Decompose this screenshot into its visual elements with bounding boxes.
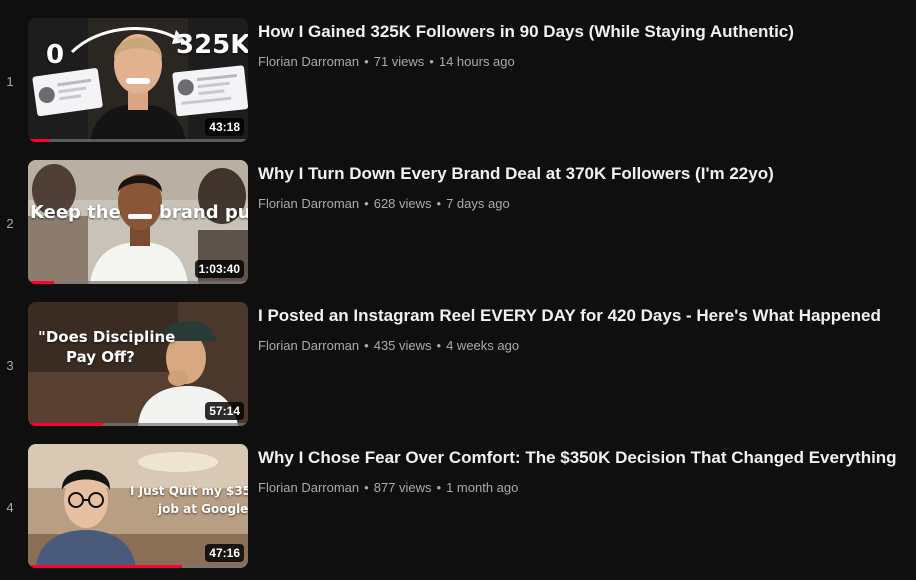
playlist-video-list: 1 0 325K 43:18 How I Gained 325K Followe… <box>0 0 916 580</box>
view-count: 71 views <box>373 54 425 69</box>
video-row[interactable]: 2 Keep the brand pure 1:03:40 <box>0 160 916 286</box>
duration-badge: 47:16 <box>205 544 244 562</box>
thumbnail-overlay-text: Pay Off? <box>66 348 135 366</box>
channel-name[interactable]: Florian Darroman <box>258 338 359 353</box>
video-metadata: Florian Darroman • 435 views • 4 weeks ago <box>258 338 519 353</box>
video-index: 1 <box>6 74 14 89</box>
upload-age: 1 month ago <box>446 480 519 495</box>
thumbnail-overlay-text: Keep the <box>30 202 121 223</box>
video-thumbnail[interactable]: "Does Discipline Pay Off? 57:14 <box>28 302 248 426</box>
upload-age: 7 days ago <box>446 196 510 211</box>
thumbnail-overlay-text: "Does Discipline <box>38 328 176 346</box>
watch-progress-bar <box>28 565 248 568</box>
meta-separator: • <box>364 196 369 211</box>
upload-age: 14 hours ago <box>438 54 515 69</box>
video-row[interactable]: 1 0 325K 43:18 How I Gained 325K Followe… <box>0 18 916 144</box>
meta-separator: • <box>364 54 369 69</box>
duration-badge: 57:14 <box>205 402 244 420</box>
meta-separator: • <box>436 338 442 353</box>
watch-progress-bar <box>28 139 248 142</box>
video-thumbnail[interactable]: I Just Quit my $350K job at Google 47:16 <box>28 444 248 568</box>
watch-progress-bar <box>28 281 248 284</box>
duration-badge: 43:18 <box>205 118 244 136</box>
channel-name[interactable]: Florian Darroman <box>258 480 359 495</box>
video-index: 3 <box>6 358 14 373</box>
watch-progress-fill <box>28 423 103 426</box>
video-row[interactable]: 4 I Just Quit my $350K job at Google 47:… <box>0 444 916 570</box>
meta-separator: • <box>429 54 434 69</box>
watch-progress-fill <box>28 565 182 568</box>
view-count: 877 views <box>373 480 432 495</box>
thumbnail-overlay-text: 325K <box>176 30 248 60</box>
watch-progress-fill <box>28 139 50 142</box>
video-metadata: Florian Darroman • 71 views • 14 hours ago <box>258 54 515 69</box>
video-metadata: Florian Darroman • 628 views • 7 days ago <box>258 196 510 211</box>
video-row[interactable]: 3 "Does Discipline Pay Off? 57:14 I Post… <box>0 302 916 428</box>
duration-badge: 1:03:40 <box>194 260 244 278</box>
video-metadata: Florian Darroman • 877 views • 1 month ago <box>258 480 518 495</box>
meta-separator: • <box>364 338 369 353</box>
upload-age: 4 weeks ago <box>446 338 520 353</box>
meta-separator: • <box>436 196 442 211</box>
watch-progress-fill <box>28 281 55 284</box>
video-title[interactable]: Why I Chose Fear Over Comfort: The $350K… <box>258 447 908 469</box>
video-title[interactable]: Why I Turn Down Every Brand Deal at 370K… <box>258 163 908 185</box>
meta-separator: • <box>436 480 442 495</box>
view-count: 435 views <box>373 338 432 353</box>
channel-name[interactable]: Florian Darroman <box>258 196 359 211</box>
watch-progress-bar <box>28 423 248 426</box>
video-title[interactable]: How I Gained 325K Followers in 90 Days (… <box>258 21 908 43</box>
meta-separator: • <box>364 480 369 495</box>
thumbnail-overlay-text: job at Google <box>158 502 248 516</box>
thumbnail-overlay-text: 0 <box>46 40 65 70</box>
thumbnail-overlay-text: I Just Quit my $350K <box>130 484 248 498</box>
video-index: 2 <box>6 216 14 231</box>
video-thumbnail[interactable]: 0 325K 43:18 <box>28 18 248 142</box>
thumbnail-overlay-text: brand pure <box>159 202 248 223</box>
video-title[interactable]: I Posted an Instagram Reel EVERY DAY for… <box>258 305 908 327</box>
video-index: 4 <box>6 500 14 515</box>
video-thumbnail[interactable]: Keep the brand pure 1:03:40 <box>28 160 248 284</box>
view-count: 628 views <box>373 196 432 211</box>
channel-name[interactable]: Florian Darroman <box>258 54 359 69</box>
